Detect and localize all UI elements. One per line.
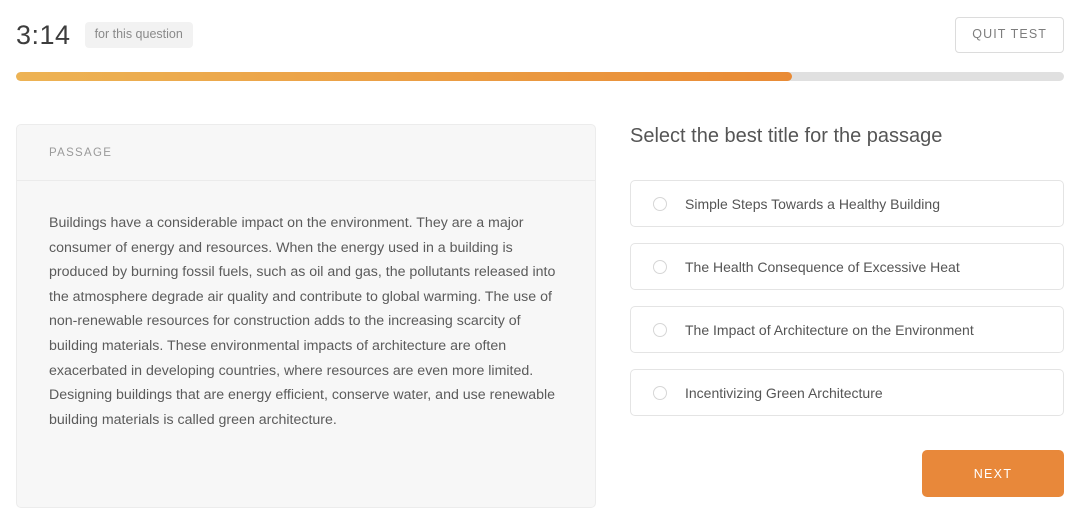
radio-button-icon[interactable]: [653, 385, 667, 400]
passage-body: Buildings have a considerable impact on …: [17, 181, 595, 456]
main-content: PASSAGE Buildings have a considerable im…: [0, 124, 1080, 532]
answer-option[interactable]: The Health Consequence of Excessive Heat: [630, 243, 1064, 290]
answer-options-list: Simple Steps Towards a Healthy Building T…: [630, 180, 1064, 416]
answer-option-label: The Health Consequence of Excessive Heat: [685, 258, 960, 275]
passage-panel: PASSAGE Buildings have a considerable im…: [16, 124, 596, 508]
question-column: Select the best title for the passage Si…: [630, 124, 1064, 497]
progress-bar-fill: [16, 72, 792, 81]
answer-option[interactable]: The Impact of Architecture on the Enviro…: [630, 306, 1064, 353]
radio-button-icon[interactable]: [653, 196, 667, 211]
answer-option-label: Incentivizing Green Architecture: [685, 384, 883, 401]
passage-text: Buildings have a considerable impact on …: [49, 215, 556, 428]
radio-button-icon[interactable]: [653, 259, 667, 274]
answer-option[interactable]: Incentivizing Green Architecture: [630, 369, 1064, 416]
radio-button-icon[interactable]: [653, 322, 667, 337]
progress-bar-track: [16, 72, 1064, 81]
passage-panel-header: PASSAGE: [17, 125, 595, 181]
answer-option-label: Simple Steps Towards a Healthy Building: [685, 195, 940, 212]
passage-label: PASSAGE: [49, 146, 113, 159]
answer-option-label: The Impact of Architecture on the Enviro…: [685, 321, 974, 338]
timer-group: 3:14 for this question: [16, 19, 193, 50]
answer-option[interactable]: Simple Steps Towards a Healthy Building: [630, 180, 1064, 227]
app-header: 3:14 for this question QUIT TEST: [0, 0, 1080, 70]
question-title: Select the best title for the passage: [630, 125, 943, 147]
next-button[interactable]: NEXT: [922, 450, 1064, 497]
timer-value: 3:14: [16, 19, 71, 50]
timer-caption-chip: for this question: [84, 22, 193, 48]
quit-test-button[interactable]: QUIT TEST: [955, 17, 1064, 53]
next-button-row: NEXT: [630, 450, 1064, 497]
